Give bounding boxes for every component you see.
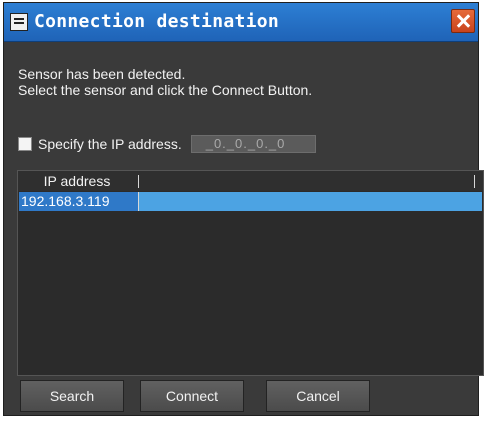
table-row[interactable]: 192.168.3.119 [19, 192, 482, 211]
title-bar: Connection destination [4, 3, 478, 42]
specify-ip-label[interactable]: Specify the IP address. [38, 136, 182, 152]
column-separator[interactable] [138, 175, 139, 188]
list-header: IP address [18, 171, 483, 191]
message-line-2: Select the sensor and click the Connect … [18, 82, 313, 98]
connect-button[interactable]: Connect [140, 380, 244, 412]
column-header-ip-address[interactable]: IP address [18, 171, 136, 191]
ip-address-field[interactable]: _0._0._0._0 [190, 135, 316, 153]
message-line-1: Sensor has been detected. [18, 66, 186, 82]
dialog-title: Connection destination [34, 11, 280, 32]
cancel-button[interactable]: Cancel [266, 380, 370, 412]
close-icon[interactable] [451, 9, 475, 33]
search-button[interactable]: Search [20, 380, 124, 412]
ip-option-row: Specify the IP address. _0._0._0._0 [18, 135, 316, 153]
sensor-list[interactable]: IP address 192.168.3.119 [17, 170, 484, 376]
specify-ip-checkbox[interactable] [18, 137, 32, 151]
connection-dialog: Connection destination Sensor has been d… [3, 2, 484, 416]
app-icon [10, 13, 28, 31]
column-separator-end[interactable] [474, 175, 475, 188]
ip-address-cell[interactable]: 192.168.3.119 [19, 192, 139, 211]
message: Sensor has been detected. Select the sen… [18, 66, 312, 98]
